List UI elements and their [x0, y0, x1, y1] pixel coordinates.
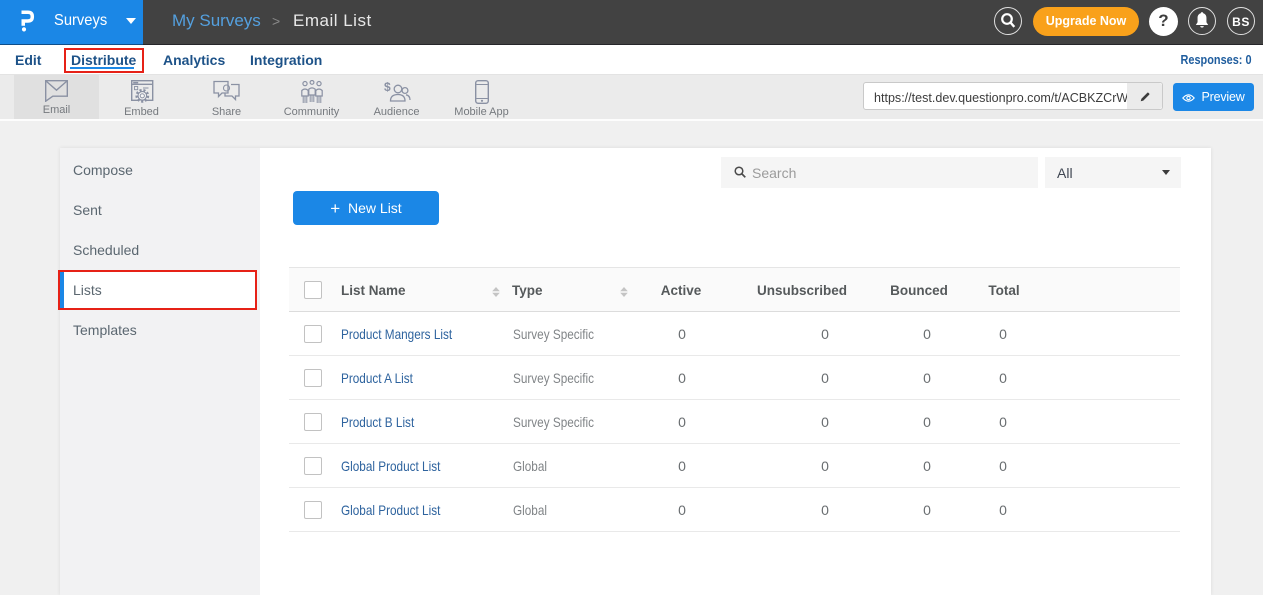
svg-text:$: $ [384, 80, 391, 94]
